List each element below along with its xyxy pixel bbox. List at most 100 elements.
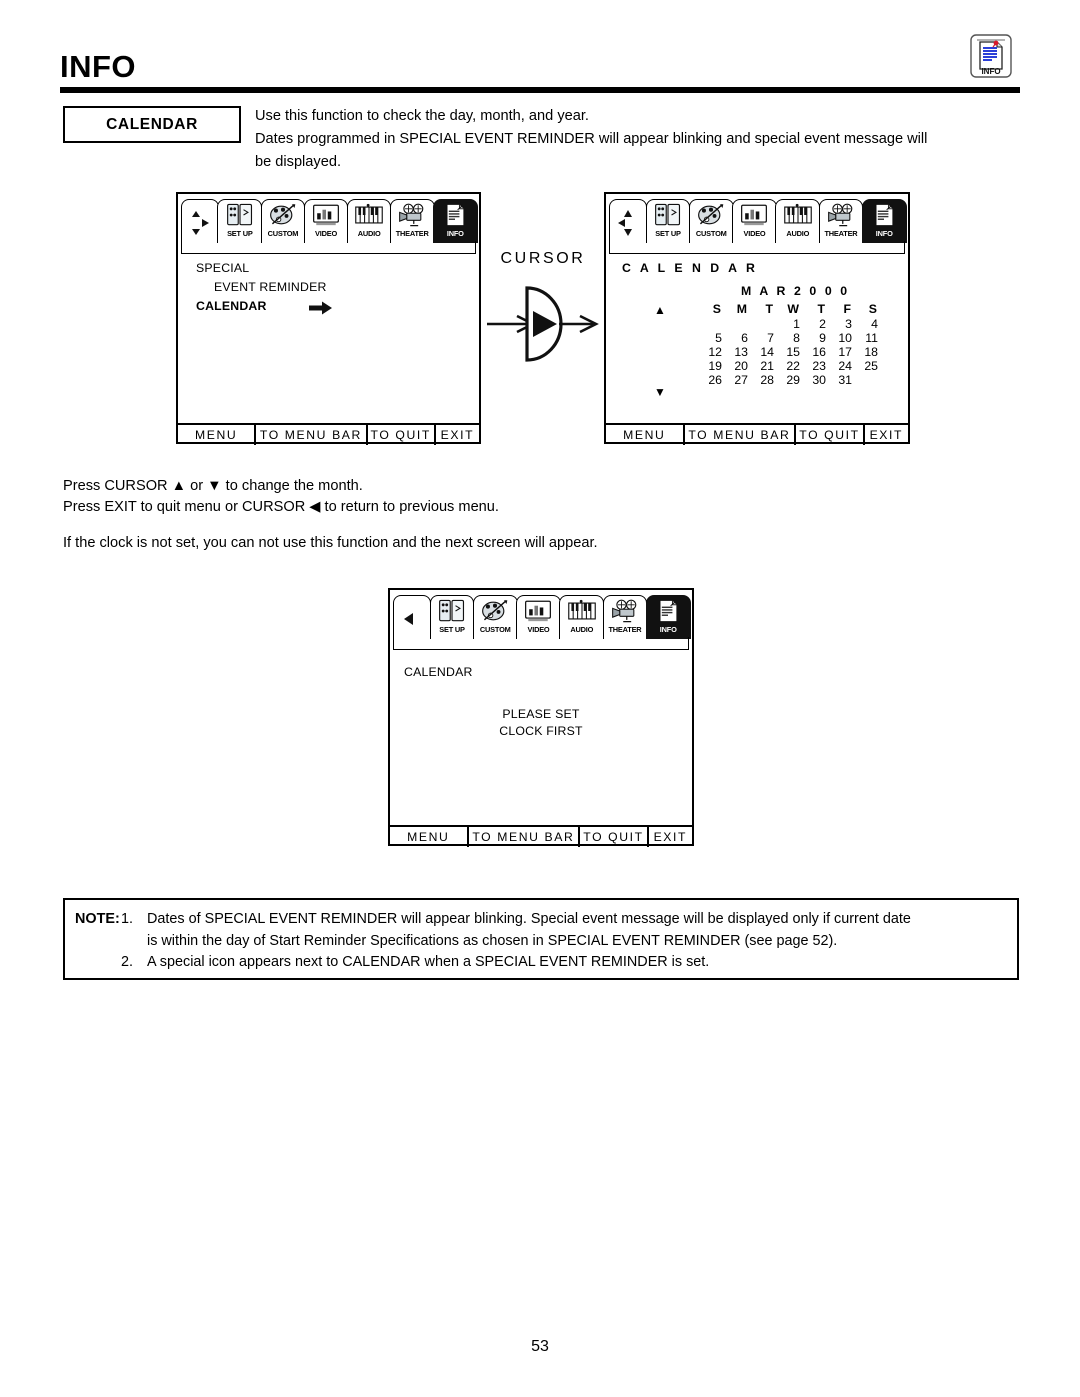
arrow-right-icon [309, 301, 333, 320]
osd2-status-menu: MENU [606, 425, 685, 445]
menu-tab-audio[interactable]: AUDIO [559, 595, 605, 639]
calendar-day-cell[interactable]: 6 [722, 331, 748, 345]
intro-line-2: Dates programmed in SPECIAL EVENT REMIND… [255, 131, 928, 147]
calendar-day-cell[interactable]: 22 [774, 359, 800, 373]
osd3-menu-bar[interactable]: SET UP CUSTOM VIDEO AUDIO THEATER INFO [393, 593, 691, 639]
osd3-status-exit: EXIT [646, 827, 692, 847]
menu-tab-info-label: INFO [446, 229, 464, 238]
menu-tab-theater[interactable]: THEATER [602, 595, 648, 639]
menu-tab-video[interactable]: VIDEO [732, 199, 777, 243]
menu-tab-set-up-label: SET UP [439, 625, 465, 634]
menu-tab-video-label: VIDEO [743, 229, 766, 238]
calendar-day-cell[interactable]: 25 [852, 359, 878, 373]
osd1-menu-bar[interactable]: SET UP CUSTOM VIDEO AUDIO THEATER INFO [181, 197, 478, 243]
calendar-up-arrow-icon[interactable]: ▲ [654, 303, 666, 317]
calendar-day-cell[interactable]: 11 [852, 331, 878, 345]
calendar-day-cell[interactable]: 23 [800, 359, 826, 373]
osd3-body: CALENDAR PLEASE SET CLOCK FIRST [390, 655, 692, 821]
calendar-day-cell[interactable]: 10 [826, 331, 852, 345]
calendar-day-cell[interactable] [748, 317, 774, 331]
menu-tab-custom-label: CUSTOM [479, 625, 511, 634]
section-label-calendar: CALENDAR [63, 106, 241, 143]
menu-tab-custom-label: CUSTOM [695, 229, 727, 238]
calendar-day-cell[interactable]: 21 [748, 359, 774, 373]
menu-tab-info[interactable]: INFO [432, 199, 478, 243]
calendar-day-cell[interactable]: 12 [696, 345, 722, 359]
calendar-day-cell[interactable]: 15 [774, 345, 800, 359]
osd3-status-to-menu-bar: TO MENU BAR [469, 827, 581, 847]
calendar-day-cell[interactable]: 14 [748, 345, 774, 359]
menu-tab-audio-label: AUDIO [570, 625, 594, 634]
calendar-day-cell[interactable]: 4 [852, 317, 878, 331]
calendar-day-cell[interactable]: 3 [826, 317, 852, 331]
calendar-day-cell[interactable]: 16 [800, 345, 826, 359]
menu-tab-theater[interactable]: THEATER [389, 199, 435, 243]
calendar-weekday-4: T [817, 302, 825, 316]
calendar-grid: S M T W T F S 1 2 3 4 5 6 7 8 9 10 11 12… [696, 301, 878, 387]
menu-tab-info[interactable]: INFO [645, 595, 691, 639]
osd1-status-menu: MENU [178, 425, 257, 445]
menu-tab-custom[interactable]: CUSTOM [260, 199, 306, 243]
osd2-title-calendar: C A L E N D A R [622, 261, 758, 275]
osd2-menu-underline [609, 241, 905, 255]
menu-tab-set-up[interactable]: SET UP [645, 199, 691, 243]
menu-tab-custom[interactable]: CUSTOM [472, 595, 518, 639]
calendar-day-cell[interactable]: 8 [774, 331, 800, 345]
menu-tab-info[interactable]: INFO [861, 199, 907, 243]
calendar-day-cell[interactable]: 29 [774, 373, 800, 387]
section-intro: Use this function to check the day, mont… [255, 105, 1020, 174]
calendar-day-cell[interactable]: 1 [774, 317, 800, 331]
osd3-status-menu: MENU [390, 827, 469, 847]
calendar-day-cell[interactable]: 18 [852, 345, 878, 359]
osd1-line-event-reminder[interactable]: EVENT REMINDER [214, 280, 327, 294]
calendar-day-cell[interactable]: 31 [826, 373, 852, 387]
calendar-week-row: 1 2 3 4 [696, 317, 878, 331]
calendar-day-cell[interactable]: 7 [748, 331, 774, 345]
calendar-weekday-6: S [868, 302, 877, 316]
page-number: 53 [531, 1338, 549, 1355]
calendar-week-row: 5 6 7 8 9 10 11 [696, 331, 878, 345]
menu-tab-audio-label: AUDIO [786, 229, 810, 238]
calendar-day-cell[interactable]: 24 [826, 359, 852, 373]
calendar-day-cell[interactable]: 26 [696, 373, 722, 387]
header-rule [60, 87, 1020, 93]
calendar-day-cell[interactable]: 27 [722, 373, 748, 387]
calendar-day-cell[interactable]: 5 [696, 331, 722, 345]
osd1-line-special[interactable]: SPECIAL [196, 261, 249, 275]
calendar-day-cell[interactable]: 19 [696, 359, 722, 373]
menu-tab-audio[interactable]: AUDIO [346, 199, 392, 243]
osd2-status-exit: EXIT [862, 425, 908, 445]
osd2-menu-bar[interactable]: SET UP CUSTOM VIDEO AUDIO THEATER INFO [609, 197, 907, 243]
calendar-week-row: 19 20 21 22 23 24 25 [696, 359, 878, 373]
menu-tab-set-up[interactable]: SET UP [217, 199, 263, 243]
osd3-menu-underline [393, 637, 689, 651]
calendar-day-cell[interactable]: 20 [722, 359, 748, 373]
calendar-day-cell[interactable] [696, 317, 722, 331]
calendar-down-arrow-icon[interactable]: ▼ [654, 385, 666, 399]
menu-tab-video[interactable]: VIDEO [516, 595, 561, 639]
calendar-day-cell[interactable]: 9 [800, 331, 826, 345]
menu-tab-theater[interactable]: THEATER [818, 199, 864, 243]
osd1-status-to-menu-bar: TO MENU BAR [256, 425, 368, 445]
menu-tab-set-up-label: SET UP [655, 229, 681, 238]
osd1-line-calendar[interactable]: CALENDAR [196, 299, 267, 313]
osd-screen-please-set-clock: SET UP CUSTOM VIDEO AUDIO THEATER INFO C… [388, 588, 694, 847]
osd2-body: C A L E N D A R M A R 2 0 0 0 ▲ ▼ S M T … [606, 259, 908, 419]
calendar-day-cell[interactable]: 28 [748, 373, 774, 387]
calendar-day-cell[interactable]: 2 [800, 317, 826, 331]
calendar-day-cell[interactable] [722, 317, 748, 331]
menu-tab-audio[interactable]: AUDIO [775, 199, 821, 243]
menu-tab-video-label: VIDEO [527, 625, 550, 634]
menu-tab-custom[interactable]: CUSTOM [688, 199, 734, 243]
note-item-1: NOTE: 1. Dates of SPECIAL EVENT REMINDER… [75, 909, 1007, 931]
calendar-day-cell[interactable]: 13 [722, 345, 748, 359]
osd1-menu-underline [181, 241, 476, 255]
page-title: INFO [60, 49, 137, 84]
calendar-day-cell[interactable] [852, 373, 878, 387]
note-label: NOTE: [75, 911, 120, 927]
menu-tab-video[interactable]: VIDEO [303, 199, 349, 243]
section-label-text: CALENDAR [106, 115, 198, 133]
menu-tab-set-up[interactable]: SET UP [429, 595, 475, 639]
calendar-day-cell[interactable]: 30 [800, 373, 826, 387]
calendar-day-cell[interactable]: 17 [826, 345, 852, 359]
